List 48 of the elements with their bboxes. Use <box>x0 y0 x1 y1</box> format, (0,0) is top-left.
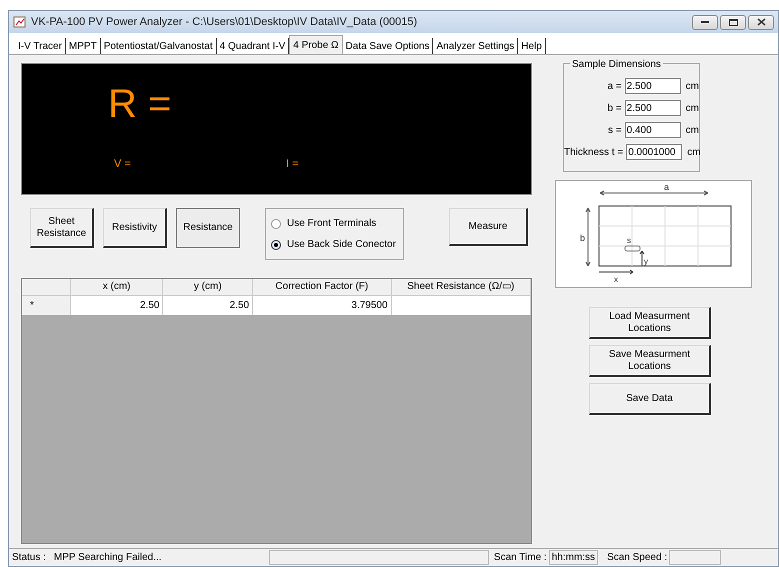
voltage-readout: V = <box>114 157 131 172</box>
scan-speed-label: Scan Speed : <box>607 551 668 565</box>
status-text: MPP Searching Failed... <box>54 551 163 565</box>
button[interactable]: Sheet Resistance <box>30 208 94 248</box>
current-readout: I = <box>286 157 299 172</box>
scan-time-field: hh:mm:ss <box>548 550 598 565</box>
button[interactable]: Measure <box>449 208 528 246</box>
radio-button[interactable] <box>271 218 281 228</box>
unit-label: cm <box>687 146 701 160</box>
button[interactable]: Load Measurment Locations <box>589 307 711 339</box>
button[interactable]: Save Measurment Locations <box>589 345 711 377</box>
radio-button[interactable] <box>271 240 281 250</box>
close-button[interactable] <box>748 14 774 30</box>
table-cell[interactable]: 2.50 <box>163 296 254 315</box>
table-cell[interactable]: 2.50 <box>70 296 164 315</box>
button[interactable]: Save Data <box>589 383 711 415</box>
scan-time-label: Scan Time : <box>494 551 547 565</box>
field-label: b = <box>606 102 623 116</box>
maximize-button[interactable] <box>720 14 746 30</box>
row-header: * <box>22 296 71 315</box>
input-field[interactable]: 2.500 <box>624 100 681 116</box>
field-label: a = <box>606 80 623 94</box>
unit-label: cm <box>686 80 699 94</box>
window-title: VK-PA-100 PV Power Analyzer - C:\Users\01\Desktop\IV Data\IV_Data (00015) <box>31 14 418 30</box>
input-field[interactable]: 2.500 <box>624 78 681 94</box>
field-label: s = <box>607 124 623 138</box>
tab[interactable]: 4 Quadrant I-V <box>216 38 290 54</box>
maximize-icon <box>728 18 738 26</box>
minimize-icon <box>701 21 709 23</box>
status-label: Status : <box>12 551 46 565</box>
resistance-readout: R = <box>108 84 172 124</box>
sample-diagram-drawing: a b s y x <box>556 181 751 287</box>
tab[interactable]: 4 Probe Ω <box>289 35 343 54</box>
table-cell[interactable] <box>392 296 531 315</box>
radio-label[interactable]: Use Front Terminals <box>287 216 376 231</box>
input-field[interactable]: 0.0001000 <box>626 144 682 160</box>
unit-label: cm <box>686 124 699 138</box>
button[interactable]: Resistance <box>176 208 240 248</box>
radio-label[interactable]: Use Back Side Conector <box>287 237 396 252</box>
unit-label: cm <box>686 102 699 116</box>
app-icon <box>13 15 27 29</box>
minimize-button[interactable] <box>692 14 718 30</box>
table-cell[interactable]: 3.79500 <box>253 296 392 315</box>
group-title: Sample Dimensions <box>570 57 663 72</box>
close-icon <box>756 18 766 26</box>
field-label: Thickness t = <box>564 146 624 160</box>
input-field[interactable]: 0.400 <box>624 122 681 138</box>
button[interactable]: Resistivity <box>103 208 167 248</box>
